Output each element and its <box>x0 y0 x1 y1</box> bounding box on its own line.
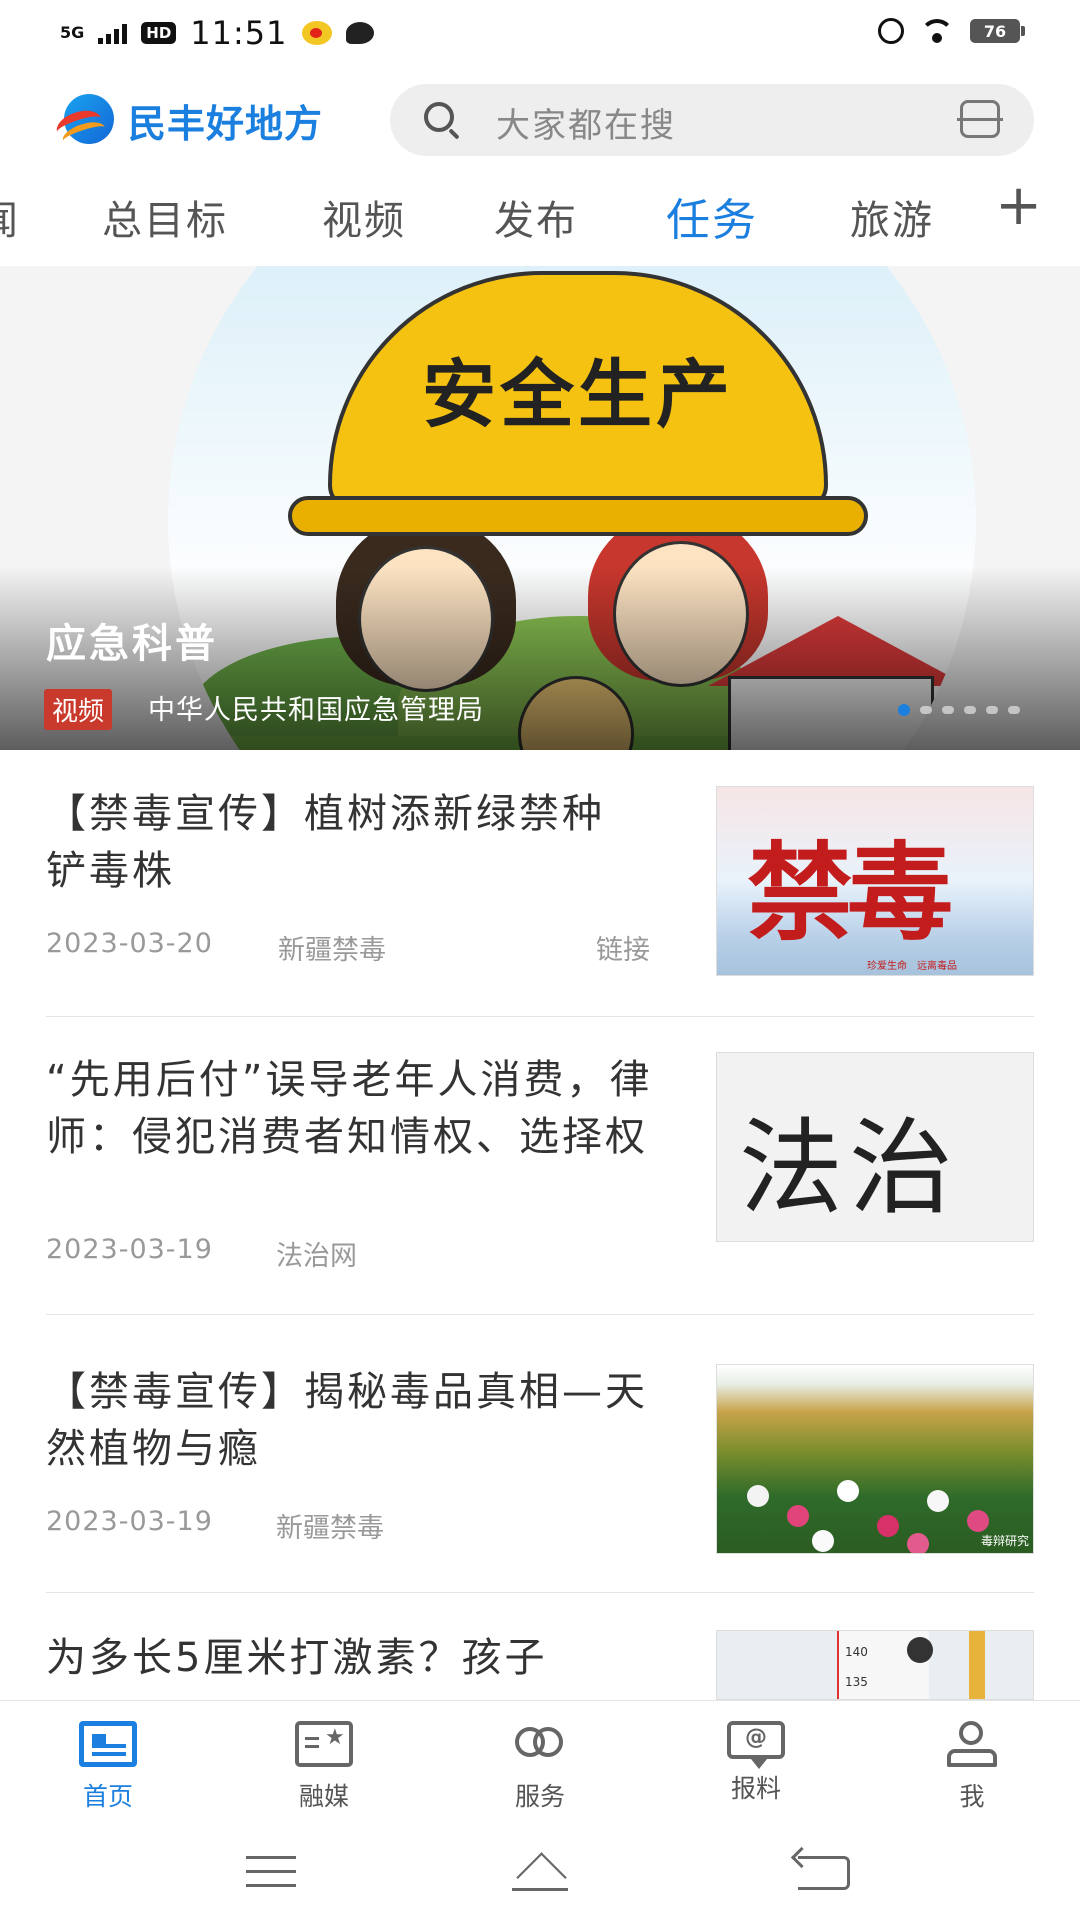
nav-label: 服务 <box>514 1782 565 1811</box>
home-news-icon <box>79 1721 137 1767</box>
carousel-dot <box>920 706 932 714</box>
scan-icon[interactable] <box>957 100 1003 138</box>
carousel-dot <box>1008 706 1020 714</box>
menu-icon[interactable] <box>246 1856 296 1888</box>
banner-carousel[interactable]: 安全生产 应急科普 视频 中华人民共和国应急管理局 <box>0 266 1080 750</box>
news-title: 【禁毒宣传】揭秘毒品真相—天然植物与瘾 <box>46 1369 648 1472</box>
media-icon <box>295 1721 353 1767</box>
video-tag: 视频 <box>44 689 113 730</box>
nav-media[interactable]: 融媒 <box>244 1721 404 1813</box>
signal-icon <box>98 22 128 44</box>
news-thumbnail: 140 135 <box>716 1630 1034 1700</box>
back-icon[interactable] <box>798 1856 850 1890</box>
search-bar[interactable]: 大家都在搜 <box>390 84 1034 156</box>
hd-badge: HD <box>141 22 177 44</box>
news-meta: 2023-03-20 新疆禁毒 <box>46 928 386 966</box>
channel-tabs: 闻 总目标 视频 发布 任务 旅游 + <box>0 170 1080 267</box>
weibo-icon <box>301 21 332 45</box>
search-placeholder: 大家都在搜 <box>496 106 676 146</box>
message-icon <box>345 22 374 44</box>
carousel-dot <box>898 704 910 716</box>
banner-title: 应急科普 <box>46 621 218 667</box>
carousel-indicator <box>898 704 1020 716</box>
nav-home[interactable]: 首页 <box>28 1721 188 1813</box>
news-thumbnail: 法治 <box>716 1052 1034 1242</box>
add-channel-button[interactable]: + <box>995 178 1042 234</box>
news-date: 2023-03-19 <box>46 1234 213 1265</box>
news-source: 新疆禁毒 <box>276 1513 384 1544</box>
helmet-text: 安全生产 <box>422 352 734 438</box>
report-icon <box>727 1721 785 1769</box>
ruler-tick: 135 <box>845 1675 868 1689</box>
divider <box>46 1016 1034 1017</box>
app-name: 民丰好地方 <box>128 101 324 146</box>
nav-label: 融媒 <box>298 1782 349 1811</box>
news-meta: 2023-03-19 新疆禁毒 <box>46 1506 384 1544</box>
news-item[interactable]: 为多长5厘米打激素？孩子 140 135 <box>46 1630 1034 1700</box>
tab-task[interactable]: 任务 <box>666 184 758 248</box>
tab-news[interactable]: 闻 <box>0 188 20 246</box>
news-title: “先用后付”误导老年人消费，律师：侵犯消费者知情权、选择权 <box>46 1057 653 1160</box>
thumb-text: 法治 <box>739 1107 960 1229</box>
thumb-text: 禁毒 <box>747 830 953 955</box>
tab-travel[interactable]: 旅游 <box>850 188 934 246</box>
nav-report[interactable]: 报料 <box>676 1721 836 1805</box>
news-item[interactable]: 【禁毒宣传】揭秘毒品真相—天然植物与瘾 2023-03-19 新疆禁毒 毒辩研究 <box>46 1364 1034 1594</box>
news-source: 新疆禁毒 <box>278 935 386 966</box>
system-nav-bar <box>0 1826 1080 1920</box>
battery-icon: 76 <box>970 19 1025 43</box>
news-title: 【禁毒宣传】植树添新绿禁种铲毒株 <box>46 791 605 894</box>
banner-source: 中华人民共和国应急管理局 <box>148 695 484 726</box>
news-meta: 2023-03-19 法治网 <box>46 1234 357 1272</box>
profile-icon <box>943 1721 1001 1767</box>
bottom-nav: 首页 融媒 服务 报料 我 <box>0 1700 1080 1827</box>
network-type: 5G <box>60 23 85 42</box>
thumb-watermark: 毒辩研究 <box>980 1534 1029 1548</box>
tab-publish[interactable]: 发布 <box>494 188 578 246</box>
app-logo: 民丰好地方 <box>53 92 324 151</box>
carousel-dot <box>942 706 954 714</box>
home-icon[interactable] <box>506 1856 574 1892</box>
divider <box>46 1314 1034 1315</box>
ruler-tick: 140 <box>845 1645 868 1659</box>
logo-icon <box>53 92 116 151</box>
news-date: 2023-03-20 <box>46 928 213 959</box>
thumb-subtext: 珍爱生命 远离毒品 <box>867 961 957 972</box>
news-thumbnail: 禁毒 珍爱生命 远离毒品 <box>716 786 1034 976</box>
news-feed: 【禁毒宣传】植树添新绿禁种铲毒株 2023-03-20 新疆禁毒 链接 禁毒 珍… <box>0 750 1080 1700</box>
wifi-icon <box>920 19 954 43</box>
news-title: 为多长5厘米打激素？孩子 <box>46 1635 548 1681</box>
link-label: 链接 <box>596 935 650 966</box>
nav-label: 报料 <box>730 1774 781 1803</box>
news-date: 2023-03-19 <box>46 1506 213 1537</box>
news-item[interactable]: “先用后付”误导老年人消费，律师：侵犯消费者知情权、选择权 2023-03-19… <box>46 1052 1034 1315</box>
carousel-dot <box>986 706 998 714</box>
status-time: 11:51 <box>190 14 288 52</box>
nav-service[interactable]: 服务 <box>460 1721 620 1813</box>
search-icon <box>424 102 454 132</box>
news-source: 法治网 <box>276 1241 357 1272</box>
tab-goal[interactable]: 总目标 <box>102 188 228 246</box>
nav-label: 我 <box>959 1782 985 1811</box>
service-heart-icon <box>511 1721 569 1767</box>
divider <box>46 1592 1034 1593</box>
nav-me[interactable]: 我 <box>892 1721 1052 1813</box>
news-item[interactable]: 【禁毒宣传】植树添新绿禁种铲毒株 2023-03-20 新疆禁毒 链接 禁毒 珍… <box>46 786 1034 1017</box>
tab-video[interactable]: 视频 <box>322 188 406 246</box>
nav-label: 首页 <box>82 1782 133 1811</box>
carousel-dot <box>964 706 976 714</box>
alarm-icon <box>878 18 904 44</box>
status-bar: 5G HD 11:51 76 <box>0 0 1080 72</box>
news-thumbnail: 毒辩研究 <box>716 1364 1034 1554</box>
app-header: 民丰好地方 大家都在搜 <box>0 80 1080 160</box>
